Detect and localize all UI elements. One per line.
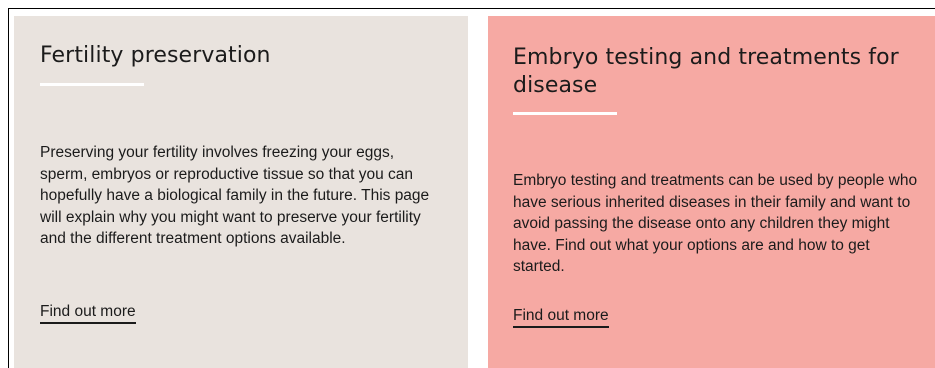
title-underline-rule bbox=[40, 83, 144, 86]
card-title: Embryo testing and treatments for diseas… bbox=[513, 45, 899, 98]
find-out-more-link[interactable]: Find out more bbox=[513, 306, 609, 328]
card-fertility-preservation: Fertility preservation Preserving your f… bbox=[14, 16, 468, 368]
card-description: Embryo testing and treatments can be use… bbox=[513, 172, 918, 275]
card-title: Fertility preservation bbox=[40, 43, 271, 68]
frame-left-border bbox=[8, 8, 9, 368]
title-underline-rule bbox=[513, 112, 617, 115]
frame-top-border bbox=[8, 8, 935, 9]
find-out-more-link[interactable]: Find out more bbox=[40, 302, 136, 324]
card-description: Preserving your fertility involves freez… bbox=[40, 144, 430, 247]
card-embryo-testing: Embryo testing and treatments for diseas… bbox=[488, 16, 935, 368]
